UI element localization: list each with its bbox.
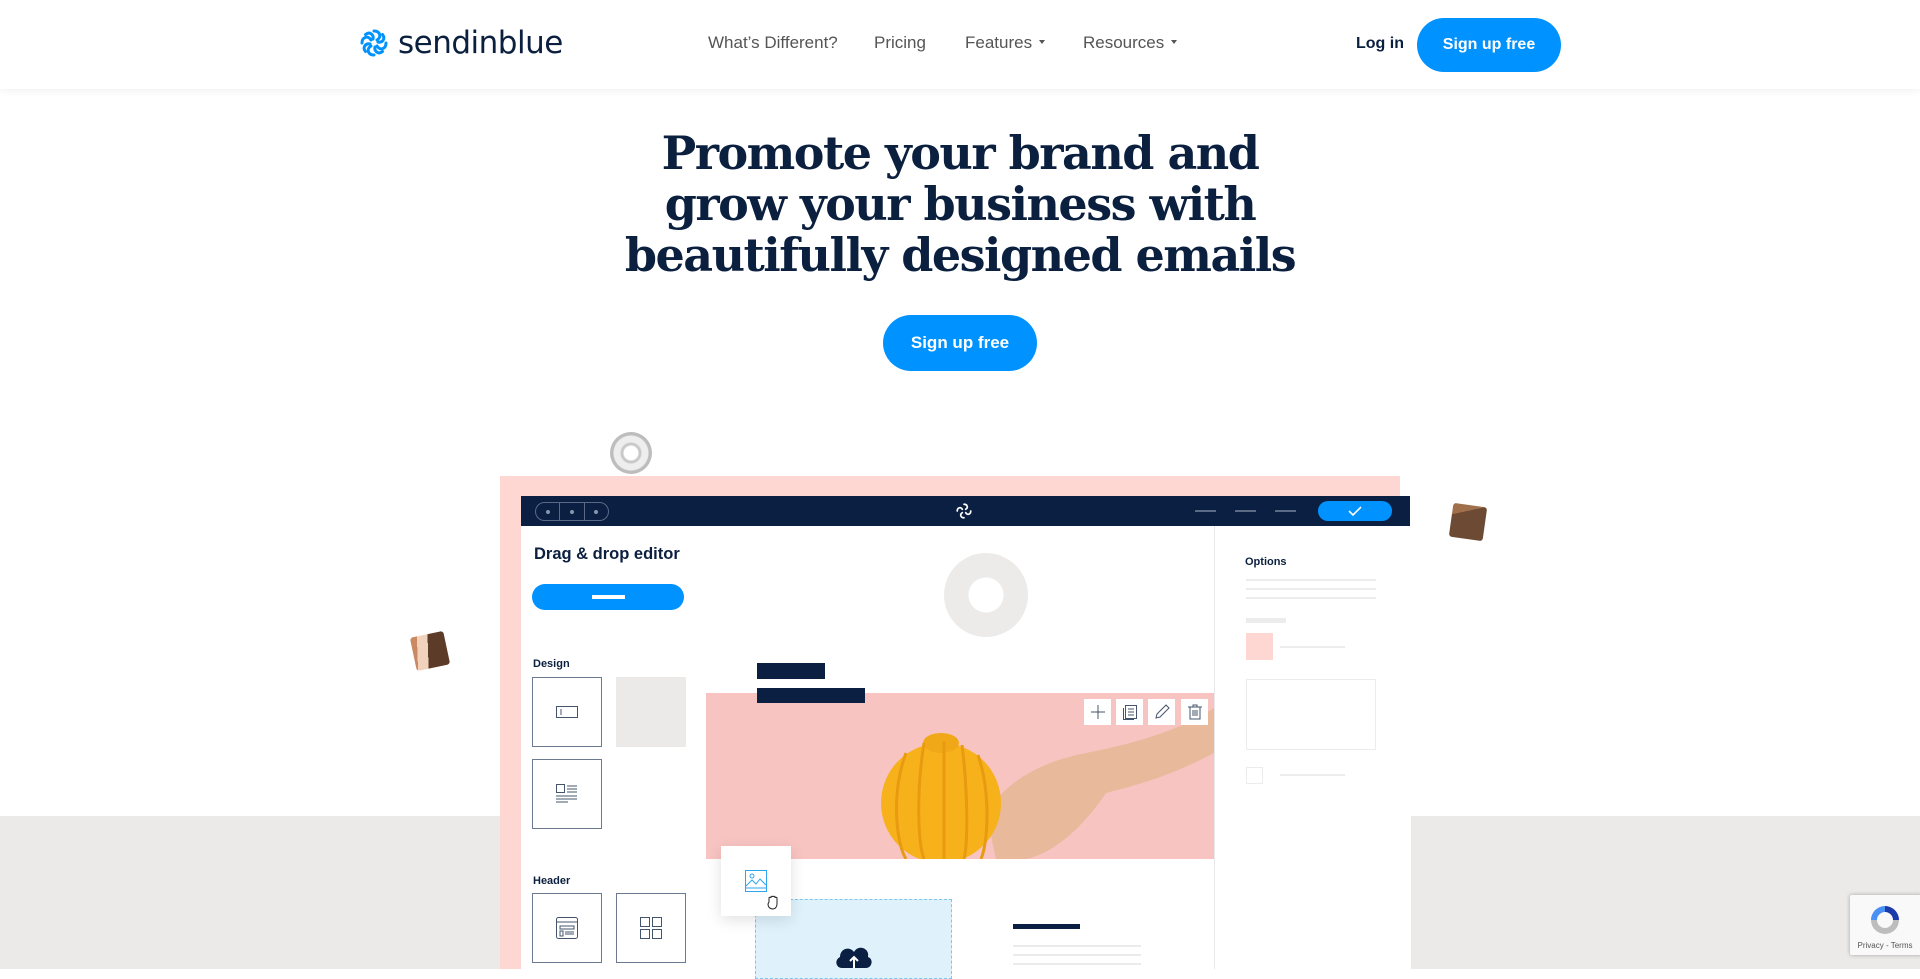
editor-topbar xyxy=(521,496,1410,526)
browser-layout-icon xyxy=(556,917,578,939)
add-block-button[interactable] xyxy=(1084,699,1111,725)
sendinblue-swirl-icon xyxy=(956,503,972,519)
duplicate-block-button[interactable] xyxy=(1116,699,1143,725)
header-tile-browser[interactable] xyxy=(532,893,602,963)
options-line xyxy=(1246,579,1376,581)
nav-whats-different[interactable]: What’s Different? xyxy=(708,33,838,53)
text-block-line xyxy=(1013,963,1141,965)
hero-title: Promote your brand and grow your busines… xyxy=(560,128,1360,281)
topbar-menu-dash xyxy=(1275,510,1296,512)
copper-cube-decoration xyxy=(409,630,451,672)
text-block-heading xyxy=(1013,924,1080,929)
glass-ring-decoration xyxy=(610,432,652,474)
brand-name: sendinblue xyxy=(398,25,563,61)
hero-title-line: beautifully designed emails xyxy=(624,228,1297,282)
text-block-line xyxy=(1013,954,1141,956)
brand-logo[interactable]: sendinblue xyxy=(358,25,563,61)
edit-block-button[interactable] xyxy=(1148,699,1175,725)
topbar-menu-dash xyxy=(1235,510,1256,512)
recaptcha-links[interactable]: Privacy - Terms xyxy=(1850,941,1920,950)
email-hero-image[interactable] xyxy=(706,693,1214,859)
color-swatch[interactable] xyxy=(1246,633,1273,660)
options-line xyxy=(1280,774,1345,776)
design-tile-image-text[interactable] xyxy=(532,759,602,829)
options-line xyxy=(1280,646,1345,648)
confirm-button[interactable] xyxy=(1318,501,1392,521)
nav-features[interactable]: Features xyxy=(965,33,1046,53)
duplicate-icon xyxy=(1122,705,1137,720)
delete-block-button[interactable] xyxy=(1181,699,1208,725)
nav-resources[interactable]: Resources xyxy=(1083,33,1178,53)
hero-title-line: Promote your brand and xyxy=(661,126,1260,180)
header-signup-button[interactable]: Sign up free xyxy=(1417,18,1561,72)
section-label-header: Header xyxy=(533,875,571,887)
caret-down-icon xyxy=(1039,39,1046,44)
nav-label: Resources xyxy=(1083,33,1165,52)
recaptcha-badge[interactable]: Privacy - Terms xyxy=(1850,895,1920,955)
hero-title-line: grow your business with xyxy=(664,177,1257,231)
image-text-icon xyxy=(556,784,577,803)
email-canvas xyxy=(706,526,1214,979)
nav-pricing[interactable]: Pricing xyxy=(874,33,926,53)
check-icon xyxy=(1348,506,1362,516)
caret-down-icon xyxy=(1171,39,1178,44)
design-tile-placeholder xyxy=(616,677,686,747)
window-controls xyxy=(535,502,609,521)
logo-placeholder xyxy=(944,553,1028,637)
plus-icon xyxy=(1090,705,1105,719)
section-label-design: Design xyxy=(533,658,570,670)
grab-hand-icon xyxy=(767,895,778,910)
text-block-line xyxy=(1013,945,1141,947)
site-header: sendinblue What’s Different? Pricing Fea… xyxy=(0,0,1920,89)
nav-label: Pricing xyxy=(874,33,926,52)
nav-label: What’s Different? xyxy=(708,33,838,52)
email-subtitle-bar xyxy=(757,688,865,703)
login-link[interactable]: Log in xyxy=(1356,35,1404,53)
editor-mock: Drag & drop editor Design Header Options xyxy=(521,526,1411,979)
sidebar-title: Drag & drop editor xyxy=(534,545,680,563)
cloud-upload-icon xyxy=(836,947,872,968)
email-title-bar xyxy=(757,663,825,679)
trash-icon xyxy=(1187,704,1202,720)
image-icon xyxy=(745,870,767,892)
grid-layout-icon xyxy=(640,917,662,939)
options-checkbox[interactable] xyxy=(1246,767,1263,784)
options-panel: Options xyxy=(1214,526,1411,969)
dragged-image-block[interactable] xyxy=(721,846,791,916)
editor-sidebar: Drag & drop editor Design Header xyxy=(521,526,707,969)
text-field-icon xyxy=(556,706,578,718)
design-tile-text[interactable] xyxy=(532,677,602,747)
options-line xyxy=(1246,597,1376,599)
nav-label: Features xyxy=(965,33,1033,52)
topbar-menu-dash xyxy=(1195,510,1216,512)
options-line xyxy=(1246,588,1376,590)
options-textarea[interactable] xyxy=(1246,679,1376,750)
recaptcha-icon xyxy=(1871,906,1899,934)
options-title: Options xyxy=(1245,556,1287,568)
wood-cube-decoration xyxy=(1448,502,1488,542)
options-label-bar xyxy=(1246,618,1286,623)
pencil-icon xyxy=(1154,704,1170,719)
sidebar-action-button[interactable] xyxy=(532,584,684,610)
sendinblue-swirl-icon xyxy=(360,29,388,57)
hero-signup-button[interactable]: Sign up free xyxy=(883,315,1037,371)
header-tile-grid[interactable] xyxy=(616,893,686,963)
